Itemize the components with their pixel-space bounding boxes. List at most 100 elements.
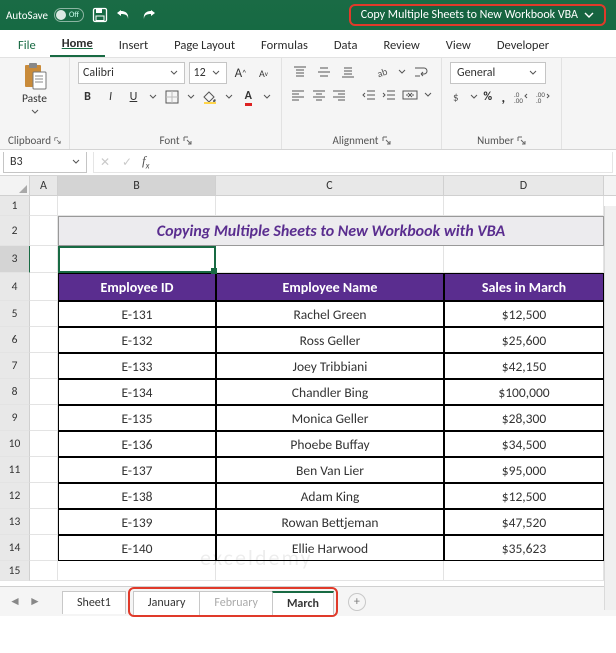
table-cell[interactable]: E-134	[58, 379, 216, 405]
table-cell[interactable]: $47,520	[444, 509, 604, 535]
formula-input-area[interactable]: ✕ ✓ fx	[93, 152, 613, 173]
cell[interactable]	[30, 535, 58, 561]
row-header[interactable]: 4	[0, 273, 30, 301]
row-header[interactable]: 5	[0, 301, 30, 327]
dialog-launcher-icon[interactable]	[54, 136, 61, 145]
col-header-d[interactable]: D	[444, 176, 604, 195]
chevron-down-icon[interactable]	[185, 93, 196, 101]
chevron-down-icon[interactable]	[262, 93, 273, 101]
dialog-launcher-icon[interactable]	[517, 136, 526, 145]
cell-selected[interactable]	[58, 246, 216, 273]
col-header-c[interactable]: C	[216, 176, 444, 195]
align-top-icon[interactable]	[290, 62, 310, 82]
table-cell[interactable]: E-136	[58, 431, 216, 457]
cell[interactable]	[30, 457, 58, 483]
table-cell[interactable]: Ben Van Lier	[216, 457, 444, 483]
cell[interactable]	[30, 273, 58, 301]
tab-view[interactable]: View	[434, 32, 483, 57]
table-header[interactable]: Sales in March	[444, 273, 604, 301]
sheet-tab-march[interactable]: March	[272, 591, 334, 615]
filename-display[interactable]: Copy Multiple Sheets to New Workbook VBA	[349, 4, 606, 26]
tab-home[interactable]: Home	[50, 30, 105, 57]
align-left-icon[interactable]	[290, 85, 307, 105]
dialog-launcher-icon[interactable]	[382, 136, 391, 145]
align-right-icon[interactable]	[331, 85, 348, 105]
cell[interactable]	[30, 327, 58, 353]
row-header[interactable]: 10	[0, 431, 30, 457]
borders-button[interactable]	[162, 87, 181, 107]
autosave-toggle[interactable]: Off	[54, 8, 84, 22]
row-header[interactable]: 15	[0, 561, 30, 581]
row-header[interactable]: 3	[0, 246, 30, 273]
percent-format-icon[interactable]: %	[482, 87, 494, 107]
tab-scroll-left-icon[interactable]: ◄	[6, 593, 24, 611]
table-cell[interactable]: E-133	[58, 353, 216, 379]
cell[interactable]	[30, 353, 58, 379]
decrease-indent-icon[interactable]	[360, 85, 377, 105]
comma-format-icon[interactable]: ,	[498, 87, 510, 107]
table-cell[interactable]: E-135	[58, 405, 216, 431]
tab-developer[interactable]: Developer	[485, 32, 561, 57]
table-cell[interactable]: $28,300	[444, 405, 604, 431]
row-header[interactable]: 12	[0, 483, 30, 509]
table-cell[interactable]: E-139	[58, 509, 216, 535]
table-cell[interactable]: $12,500	[444, 301, 604, 327]
table-cell[interactable]: E-131	[58, 301, 216, 327]
underline-button[interactable]: U	[124, 87, 143, 107]
italic-button[interactable]: I	[101, 87, 120, 107]
bold-button[interactable]: B	[78, 87, 97, 107]
chevron-down-icon[interactable]	[223, 93, 234, 101]
save-icon[interactable]	[92, 7, 108, 23]
title-cell[interactable]: Copying Multiple Sheets to New Workbook …	[58, 216, 604, 246]
table-cell[interactable]: Joey Tribbiani	[216, 353, 444, 379]
name-box[interactable]: B3	[3, 152, 87, 173]
worksheet-grid[interactable]: A B C D 12 Copying Multiple Sheets to New…	[0, 176, 616, 586]
row-header[interactable]: 8	[0, 379, 30, 405]
row-header[interactable]: 6	[0, 327, 30, 353]
table-cell[interactable]: E-137	[58, 457, 216, 483]
shrink-font-icon[interactable]: Av	[254, 63, 273, 83]
tab-page-layout[interactable]: Page Layout	[162, 32, 247, 57]
cell[interactable]	[30, 196, 58, 216]
col-header-b[interactable]: B	[58, 176, 216, 195]
enter-formula-icon[interactable]: ✓	[116, 155, 138, 170]
sheet-tab-sheet1[interactable]: Sheet1	[62, 591, 126, 614]
font-name-select[interactable]: Calibri	[78, 62, 185, 84]
table-cell[interactable]: E-140	[58, 535, 216, 561]
dialog-launcher-icon[interactable]	[183, 136, 192, 145]
chevron-down-icon[interactable]	[470, 93, 478, 101]
row-header[interactable]: 14	[0, 535, 30, 561]
cell[interactable]	[216, 561, 444, 581]
table-cell[interactable]: E-138	[58, 483, 216, 509]
cell[interactable]	[30, 379, 58, 405]
font-size-select[interactable]: 12	[189, 62, 227, 84]
align-bottom-icon[interactable]	[338, 62, 358, 82]
fx-icon[interactable]: fx	[138, 153, 154, 172]
col-header-a[interactable]: A	[30, 176, 58, 195]
cell[interactable]	[30, 561, 58, 581]
vertical-scrollbar[interactable]	[604, 206, 616, 610]
new-sheet-button[interactable]: +	[348, 593, 366, 611]
tab-formulas[interactable]: Formulas	[249, 32, 320, 57]
grow-font-icon[interactable]: A^	[231, 63, 250, 83]
increase-decimal-icon[interactable]: .0.00	[513, 87, 531, 107]
redo-icon[interactable]	[140, 7, 156, 23]
accounting-format-icon[interactable]: $	[450, 87, 466, 107]
table-header[interactable]: Employee Name	[216, 273, 444, 301]
cell[interactable]	[444, 561, 604, 581]
chevron-down-icon[interactable]	[147, 93, 158, 101]
tab-data[interactable]: Data	[322, 32, 370, 57]
table-cell[interactable]: $100,000	[444, 379, 604, 405]
cell[interactable]	[58, 561, 216, 581]
row-header[interactable]: 7	[0, 353, 30, 379]
increase-indent-icon[interactable]	[381, 85, 398, 105]
cell[interactable]	[30, 216, 58, 246]
cell[interactable]	[30, 246, 58, 273]
row-header[interactable]: 1	[0, 196, 30, 216]
cell[interactable]	[444, 246, 604, 273]
tab-file[interactable]: File	[6, 32, 48, 57]
cell[interactable]	[444, 196, 604, 216]
table-cell[interactable]: E-132	[58, 327, 216, 353]
table-cell[interactable]: Monica Geller	[216, 405, 444, 431]
wrap-text-icon[interactable]	[412, 62, 432, 82]
